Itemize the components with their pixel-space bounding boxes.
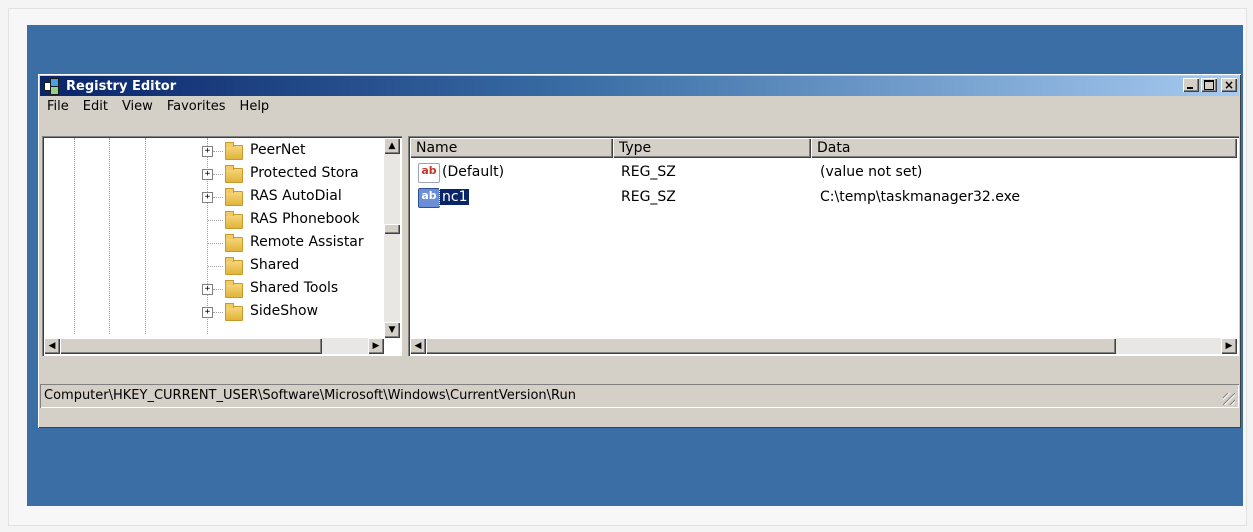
list-header: Name Type Data bbox=[410, 138, 1237, 158]
menu-favorites[interactable]: Favorites bbox=[160, 98, 233, 118]
registry-editor-icon bbox=[44, 78, 60, 95]
tree-hscroll-thumb[interactable] bbox=[60, 338, 322, 354]
tree-vertical-scrollbar[interactable]: ▲ ▼ bbox=[384, 138, 400, 338]
list-horizontal-scrollbar[interactable]: ◀ ▶ bbox=[410, 338, 1237, 354]
value-name-selected: nc1 bbox=[438, 188, 471, 206]
maximize-button[interactable] bbox=[1201, 78, 1217, 92]
menu-view[interactable]: View bbox=[115, 98, 160, 118]
tree-item-remote-assistance[interactable]: Remote Assistar bbox=[42, 232, 386, 254]
tree-item-sideshow[interactable]: + SideShow bbox=[42, 301, 386, 323]
string-value-icon: ab bbox=[418, 188, 440, 208]
tree-item-shared[interactable]: Shared bbox=[42, 255, 386, 277]
expand-icon[interactable]: + bbox=[202, 192, 213, 203]
tree-item-label: PeerNet bbox=[250, 142, 306, 158]
scroll-right-icon[interactable]: ▶ bbox=[368, 338, 384, 354]
scroll-down-icon[interactable]: ▼ bbox=[384, 322, 400, 338]
tree-item-protected-storage[interactable]: + Protected Stora bbox=[42, 163, 386, 185]
scroll-left-icon[interactable]: ◀ bbox=[410, 338, 426, 354]
folder-icon bbox=[225, 280, 243, 298]
expand-icon[interactable]: + bbox=[202, 307, 213, 318]
values-list-pane[interactable]: Name Type Data ab (Default) REG_SZ (valu… bbox=[408, 136, 1239, 356]
key-tree-pane[interactable]: + PeerNet + Protected Stora + RAS AutoDi… bbox=[42, 136, 402, 356]
tree-item-label: SideShow bbox=[250, 303, 319, 319]
close-button[interactable]: × bbox=[1221, 78, 1237, 92]
folder-icon bbox=[225, 234, 243, 252]
menu-bar: File Edit View Favorites Help bbox=[40, 98, 276, 118]
string-value-icon: ab bbox=[418, 163, 440, 183]
tree-vscroll-thumb[interactable] bbox=[384, 224, 400, 234]
resize-grip-icon[interactable] bbox=[1223, 393, 1235, 405]
value-name: (Default) bbox=[442, 164, 505, 180]
value-type: REG_SZ bbox=[621, 189, 676, 205]
tree-item-ras-phonebook[interactable]: RAS Phonebook bbox=[42, 209, 386, 231]
window-title: Registry Editor bbox=[66, 78, 177, 94]
menu-help[interactable]: Help bbox=[233, 98, 277, 118]
tree-item-label: Protected Stora bbox=[250, 165, 359, 181]
scroll-right-icon[interactable]: ▶ bbox=[1221, 338, 1237, 354]
tree-item-label: RAS AutoDial bbox=[250, 188, 342, 204]
status-bar: Computer\HKEY_CURRENT_USER\Software\Micr… bbox=[40, 384, 1239, 408]
expand-icon[interactable]: + bbox=[202, 146, 213, 157]
scroll-up-icon[interactable]: ▲ bbox=[384, 138, 400, 154]
registry-path: Computer\HKEY_CURRENT_USER\Software\Micr… bbox=[44, 388, 576, 403]
folder-icon bbox=[225, 188, 243, 206]
scroll-left-icon[interactable]: ◀ bbox=[44, 338, 60, 354]
list-row-nc1[interactable]: ab nc1 REG_SZ C:\temp\taskmanager32.exe bbox=[410, 186, 1237, 210]
value-type: REG_SZ bbox=[621, 164, 676, 180]
menu-file[interactable]: File bbox=[40, 98, 76, 118]
tree-item-ras-autodial[interactable]: + RAS AutoDial bbox=[42, 186, 386, 208]
tree-item-peernet[interactable]: + PeerNet bbox=[42, 140, 386, 162]
tree-item-label: Remote Assistar bbox=[250, 234, 364, 250]
folder-icon bbox=[225, 142, 243, 160]
column-header-name[interactable]: Name bbox=[410, 138, 613, 158]
list-hscroll-thumb[interactable] bbox=[426, 338, 1116, 354]
expand-icon[interactable]: + bbox=[202, 284, 213, 295]
tree-item-shared-tools[interactable]: + Shared Tools bbox=[42, 278, 386, 300]
folder-icon bbox=[225, 257, 243, 275]
registry-editor-window: Registry Editor × File Edit View Favorit… bbox=[38, 74, 1241, 428]
title-bar[interactable]: Registry Editor × bbox=[40, 76, 1239, 96]
folder-icon bbox=[225, 211, 243, 229]
title-buttons: × bbox=[1183, 78, 1237, 92]
tree-item-label: Shared bbox=[250, 257, 300, 273]
tree-item-label: Shared Tools bbox=[250, 280, 339, 296]
tree-item-label: RAS Phonebook bbox=[250, 211, 360, 227]
column-header-data[interactable]: Data bbox=[811, 138, 1237, 158]
value-data: (value not set) bbox=[820, 164, 923, 180]
expand-icon[interactable]: + bbox=[202, 169, 213, 180]
column-header-type[interactable]: Type bbox=[613, 138, 811, 158]
list-row-default[interactable]: ab (Default) REG_SZ (value not set) bbox=[410, 161, 1237, 185]
value-data: C:\temp\taskmanager32.exe bbox=[820, 189, 1021, 205]
tree-horizontal-scrollbar[interactable]: ◀ ▶ bbox=[44, 338, 384, 354]
minimize-button[interactable] bbox=[1183, 78, 1199, 92]
folder-icon bbox=[225, 303, 243, 321]
menu-edit[interactable]: Edit bbox=[76, 98, 115, 118]
folder-icon bbox=[225, 165, 243, 183]
